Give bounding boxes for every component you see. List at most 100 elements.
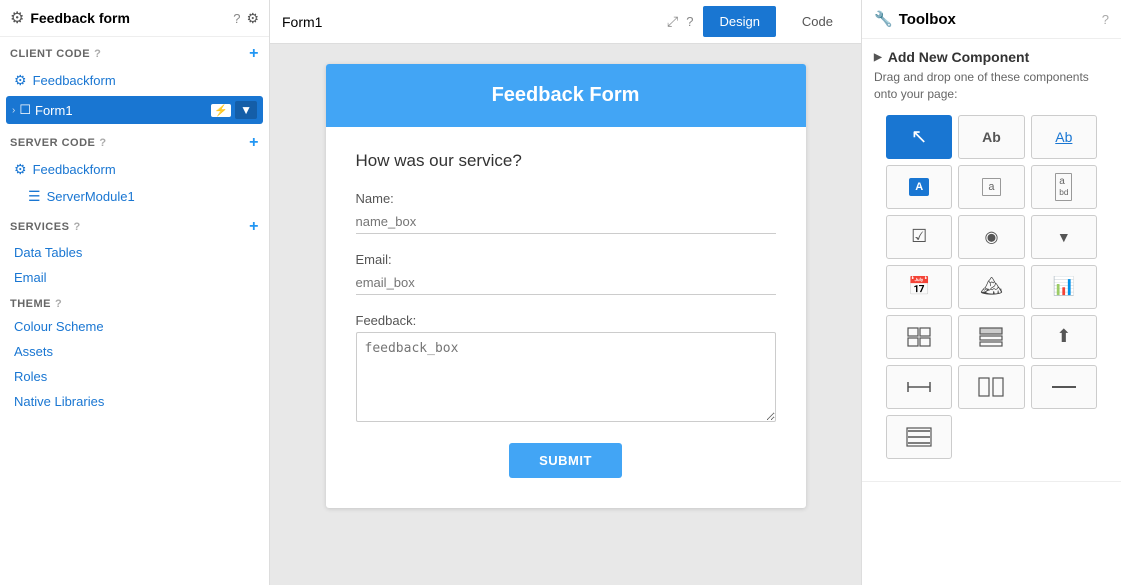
sidebar-item-form1[interactable]: › ☐ Form1 ⚡ ▼ [6,96,263,124]
name-field-label: Name: [356,191,776,206]
app-help-icon[interactable]: ? [233,11,240,26]
servermodule1-icon: ☰ [28,188,41,205]
form-banner: Feedback Form [326,64,806,127]
toolbox-wrench-icon: 🔧 [874,10,893,28]
tab-design-button[interactable]: Design [703,6,775,37]
component-date-picker[interactable]: 📅 [886,265,952,309]
data-grid-icon [907,327,931,347]
center-panel: Form1 ⤢ ? Design Code Feedback Form How … [270,0,861,585]
center-header: Form1 ⤢ ? Design Code [270,0,861,44]
component-radio[interactable]: ◉ [958,215,1024,259]
form-body: How was our service? Name: Email: Feedba… [326,127,806,508]
columns-icon [978,377,1004,397]
add-new-component-section: ▶ Add New Component Drag and drop one of… [862,39,1121,482]
component-data-grid[interactable] [886,315,952,359]
theme-section: THEME ? [0,290,269,314]
server-code-help-icon[interactable]: ? [99,137,106,149]
label-icon: Ab [982,129,1001,145]
tab-code-button[interactable]: Code [786,6,849,37]
component-button[interactable]: A [886,165,952,209]
center-body: Feedback Form How was our service? Name:… [270,44,861,585]
form1-chevron-icon: › [12,105,15,116]
center-form-title: Form1 [282,14,657,30]
expand-icon[interactable]: ⤢ [667,13,678,30]
component-separator[interactable] [1031,365,1097,409]
sidebar-item-assets[interactable]: Assets [0,339,269,364]
sidebar-item-feedbackform-client[interactable]: ⚙ Feedbackform [0,67,269,94]
app-settings-icon[interactable]: ⚙ [246,10,259,27]
component-data-grid-2[interactable] [958,315,1024,359]
checkbox-icon: ☑ [911,226,927,247]
services-add-icon[interactable]: + [249,218,259,236]
component-textbox[interactable]: a [958,165,1024,209]
repeating-panel-icon [906,427,932,447]
colour-scheme-label: Colour Scheme [14,319,104,334]
toolbox-title: Toolbox [899,11,1096,28]
toolbox-help-icon[interactable]: ? [1102,12,1109,27]
image-icon: 🏔 [980,276,1003,297]
cursor-icon: ↖ [911,124,928,149]
theme-help-icon[interactable]: ? [55,298,62,310]
client-code-help-icon[interactable]: ? [94,48,101,60]
services-help-icon[interactable]: ? [73,221,80,233]
email-label: Email [14,270,47,285]
submit-row: SUBMIT [356,443,776,478]
textbox-multi-icon: abd [1055,173,1072,201]
component-label-link[interactable]: Ab [1031,115,1097,159]
component-dropdown[interactable]: ▼ [1031,215,1097,259]
form-field-name: Name: [356,191,776,234]
theme-label: THEME [10,298,51,310]
file-upload-icon: ⬆ [1056,326,1071,347]
sidebar-item-data-tables[interactable]: Data Tables [0,240,269,265]
form-field-feedback: Feedback: [356,313,776,425]
component-file-upload[interactable]: ⬆ [1031,315,1097,359]
component-pointer[interactable]: ↖ [886,115,952,159]
components-grid: ↖ Ab Ab A a abd ☑ ◉ [874,115,1109,471]
chart-icon: 📊 [1053,276,1075,297]
sidebar-item-colour-scheme[interactable]: Colour Scheme [0,314,269,339]
form1-icon: ☐ [19,102,31,118]
client-code-section: CLIENT CODE ? + [0,37,269,67]
data-grid-2-icon [979,327,1003,347]
form-question: How was our service? [356,151,776,171]
component-textbox-multi[interactable]: abd [1031,165,1097,209]
sidebar-item-feedbackform-server[interactable]: ⚙ Feedbackform [0,156,269,183]
button-icon: A [909,178,929,196]
roles-label: Roles [14,369,47,384]
toolbox-panel: 🔧 Toolbox ? ▶ Add New Component Drag and… [861,0,1121,585]
component-chart[interactable]: 📊 [1031,265,1097,309]
component-repeating-panel[interactable] [886,415,952,459]
assets-label: Assets [14,344,53,359]
sidebar-item-roles[interactable]: Roles [0,364,269,389]
date-picker-icon: 📅 [908,276,930,297]
separator-icon [1051,380,1077,394]
add-new-desc: Drag and drop one of these components on… [874,69,1109,103]
server-code-add-icon[interactable]: + [249,134,259,152]
data-tables-label: Data Tables [14,245,82,260]
center-help-icon[interactable]: ? [686,14,693,29]
feedback-textarea[interactable] [356,332,776,422]
component-checkbox[interactable]: ☑ [886,215,952,259]
app-icon: ⚙ [10,8,24,28]
sidebar-header: ⚙ Feedback form ? ⚙ [0,0,269,37]
server-code-label: SERVER CODE [10,137,95,149]
feedbackform-client-icon: ⚙ [14,72,27,89]
dropdown-icon: ▼ [1057,229,1071,245]
form1-dropdown-icon[interactable]: ▼ [235,101,257,119]
submit-button[interactable]: SUBMIT [509,443,622,478]
email-input[interactable] [356,271,776,295]
component-columns[interactable] [958,365,1024,409]
sidebar-item-email[interactable]: Email [0,265,269,290]
client-code-add-icon[interactable]: + [249,45,259,63]
app-title: Feedback form [30,10,227,26]
services-section: SERVICES ? + [0,210,269,240]
add-new-title: ▶ Add New Component [874,49,1109,65]
sidebar-item-native-libraries[interactable]: Native Libraries [0,389,269,414]
component-label[interactable]: Ab [958,115,1024,159]
sidebar-item-servermodule1[interactable]: ☰ ServerModule1 [0,183,269,210]
form1-lightning-icon[interactable]: ⚡ [211,104,231,117]
name-input[interactable] [356,210,776,234]
component-spacer[interactable] [886,365,952,409]
native-libraries-label: Native Libraries [14,394,104,409]
component-image[interactable]: 🏔 [958,265,1024,309]
